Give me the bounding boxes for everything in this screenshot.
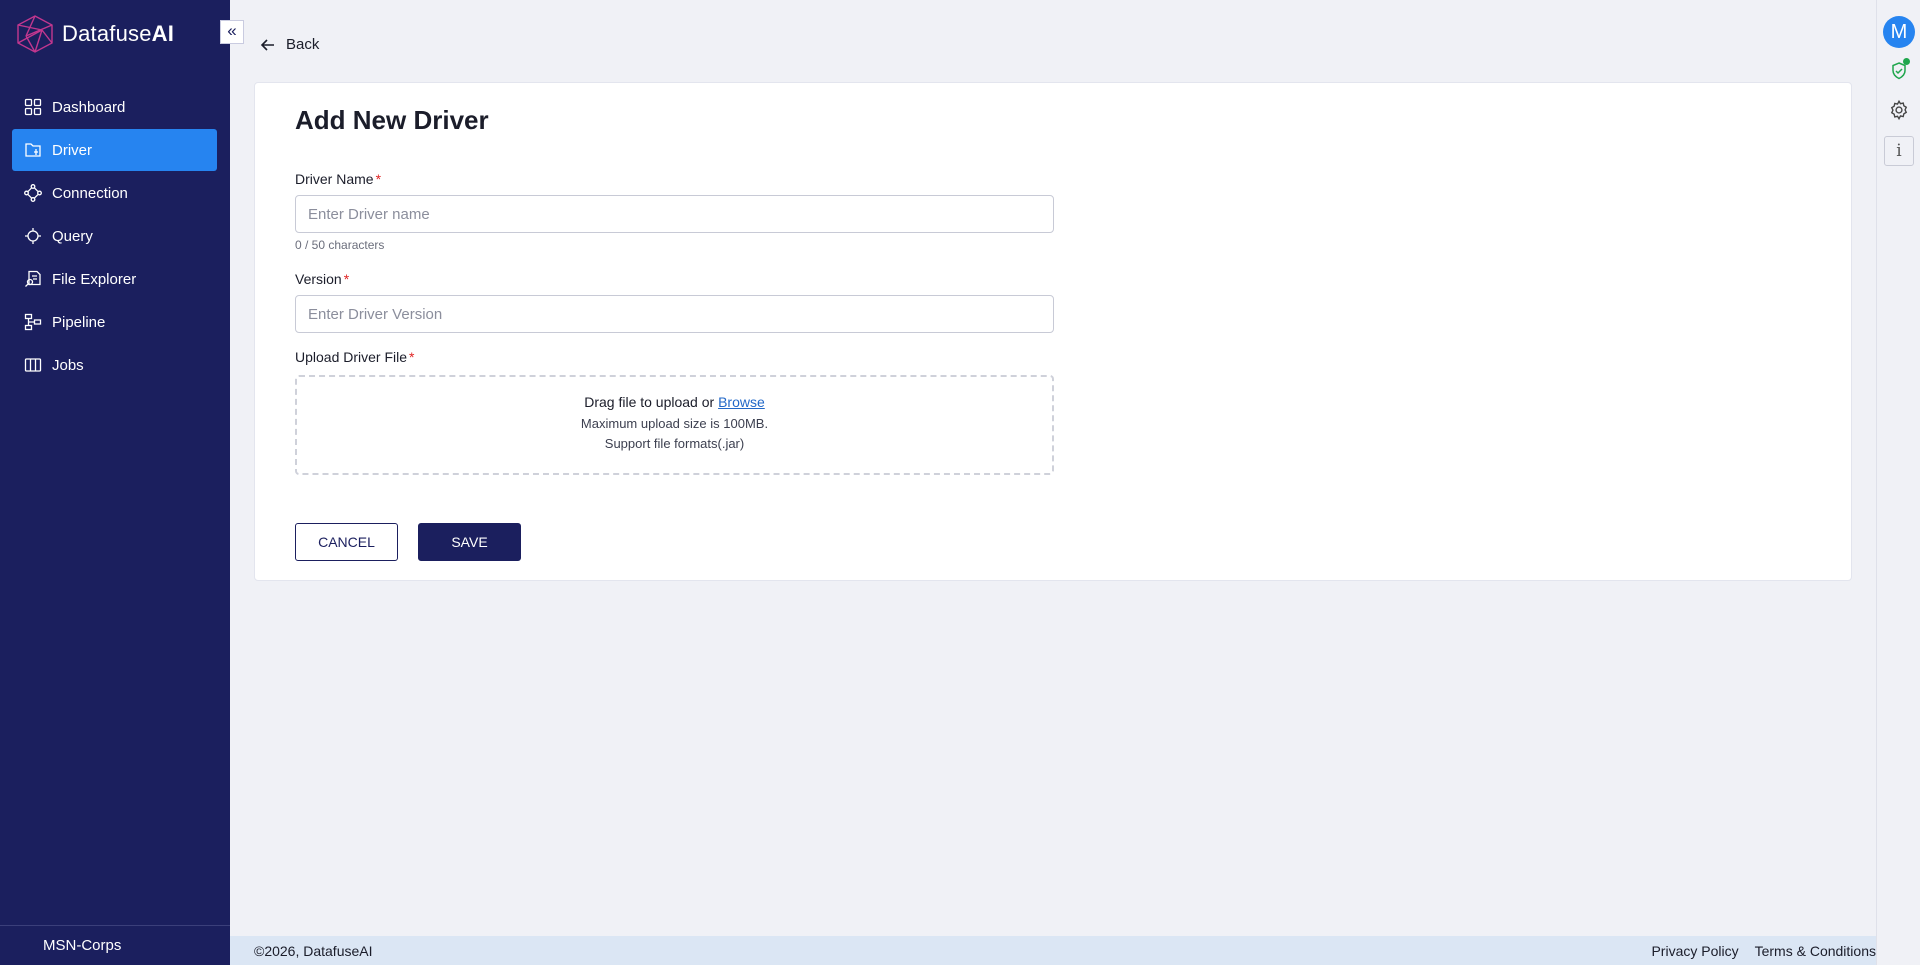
datafuse-logo-icon (17, 15, 53, 53)
required-mark: * (375, 171, 382, 187)
dashboard-grid-icon (24, 98, 42, 116)
sidebar-item-driver[interactable]: Driver (12, 129, 217, 171)
sidebar-item-pipeline[interactable]: Pipeline (12, 301, 217, 343)
version-label: Version * (295, 271, 349, 287)
required-mark: * (409, 349, 415, 365)
settings-button[interactable] (1883, 94, 1915, 126)
gear-icon (1890, 99, 1908, 121)
privacy-policy-link[interactable]: Privacy Policy (1651, 943, 1738, 959)
jobs-icon (24, 356, 42, 374)
sidebar-item-label: Pipeline (52, 313, 106, 331)
add-driver-card: Add New Driver Driver Name* 0 / 50 chara… (254, 82, 1852, 581)
char-counter: 0 / 50 characters (295, 238, 385, 252)
back-link[interactable]: Back (260, 36, 319, 53)
dropzone-main-line: Drag file to upload or Browse (297, 394, 1052, 410)
terms-link[interactable]: Terms & Conditions (1755, 943, 1876, 959)
sidebar-item-query[interactable]: Query (12, 215, 217, 257)
status-dot (1903, 58, 1910, 65)
sidebar-item-label: Dashboard (52, 98, 126, 116)
sidebar-nav: Dashboard Driver Connection Query File E… (12, 86, 217, 387)
sidebar-item-label: Driver (52, 141, 92, 159)
brand-name-regular: Datafuse (62, 21, 152, 46)
sidebar-item-label: Query (52, 227, 93, 245)
dropzone-max-size: Maximum upload size is 100MB. (580, 416, 769, 431)
sidebar: DatafuseAI Dashboard Driver Connection Q… (0, 0, 230, 965)
sidebar-item-label: Jobs (52, 356, 84, 374)
copyright: ©2026, DatafuseAI (254, 943, 373, 959)
right-rail: M i (1876, 0, 1920, 965)
user-avatar-button[interactable]: M (1883, 16, 1915, 48)
browse-link[interactable]: Browse (718, 394, 765, 410)
query-icon (24, 227, 42, 245)
dropzone-text: Drag file to upload or (584, 394, 715, 410)
pipeline-icon (24, 313, 42, 331)
security-status-button[interactable] (1883, 55, 1915, 87)
driver-name-label-text: Driver Name (295, 171, 374, 187)
back-label: Back (286, 36, 320, 53)
footer-links: Privacy Policy Terms & Conditions (1651, 943, 1876, 959)
sidebar-item-dashboard[interactable]: Dashboard (12, 86, 217, 128)
dropzone-formats: Support file formats(.jar) (604, 436, 745, 451)
double-chevron-left-icon: « (227, 21, 237, 40)
upload-label-text: Upload Driver File (295, 349, 408, 365)
sidebar-item-label: Connection (52, 184, 128, 202)
cancel-button[interactable]: CANCEL (295, 523, 398, 561)
sidebar-item-label: File Explorer (52, 270, 137, 288)
file-explorer-icon (24, 270, 42, 288)
file-dropzone[interactable]: Drag file to upload or Browse Maximum up… (295, 375, 1054, 475)
sidebar-item-connection[interactable]: Connection (12, 172, 217, 214)
connection-icon (24, 184, 42, 202)
brand-name-bold: AI (151, 21, 175, 46)
info-icon: i (1884, 136, 1914, 166)
required-mark: * (343, 271, 350, 287)
sidebar-item-file-explorer[interactable]: File Explorer (12, 258, 217, 300)
version-input[interactable] (295, 295, 1054, 333)
driver-name-input[interactable] (295, 195, 1054, 233)
driver-name-label: Driver Name * (295, 171, 381, 187)
footer: ©2026, DatafuseAI Privacy Policy Terms &… (230, 936, 1876, 965)
sidebar-item-jobs[interactable]: Jobs (12, 344, 217, 386)
save-button[interactable]: SAVE (418, 523, 521, 561)
page-title: Add New Driver (295, 105, 489, 135)
version-label-text: Version (295, 271, 342, 287)
collapse-sidebar-button[interactable]: « (220, 20, 244, 44)
upload-label: Upload Driver File * (295, 349, 415, 365)
info-button[interactable]: i (1883, 135, 1915, 167)
driver-icon (24, 141, 42, 159)
brand-logo[interactable]: DatafuseAI (14, 14, 174, 54)
organization-name[interactable]: MSN-Corps (0, 925, 230, 965)
arrow-left-icon (260, 38, 274, 51)
brand-name: DatafuseAI (62, 21, 174, 47)
avatar: M (1883, 16, 1915, 48)
